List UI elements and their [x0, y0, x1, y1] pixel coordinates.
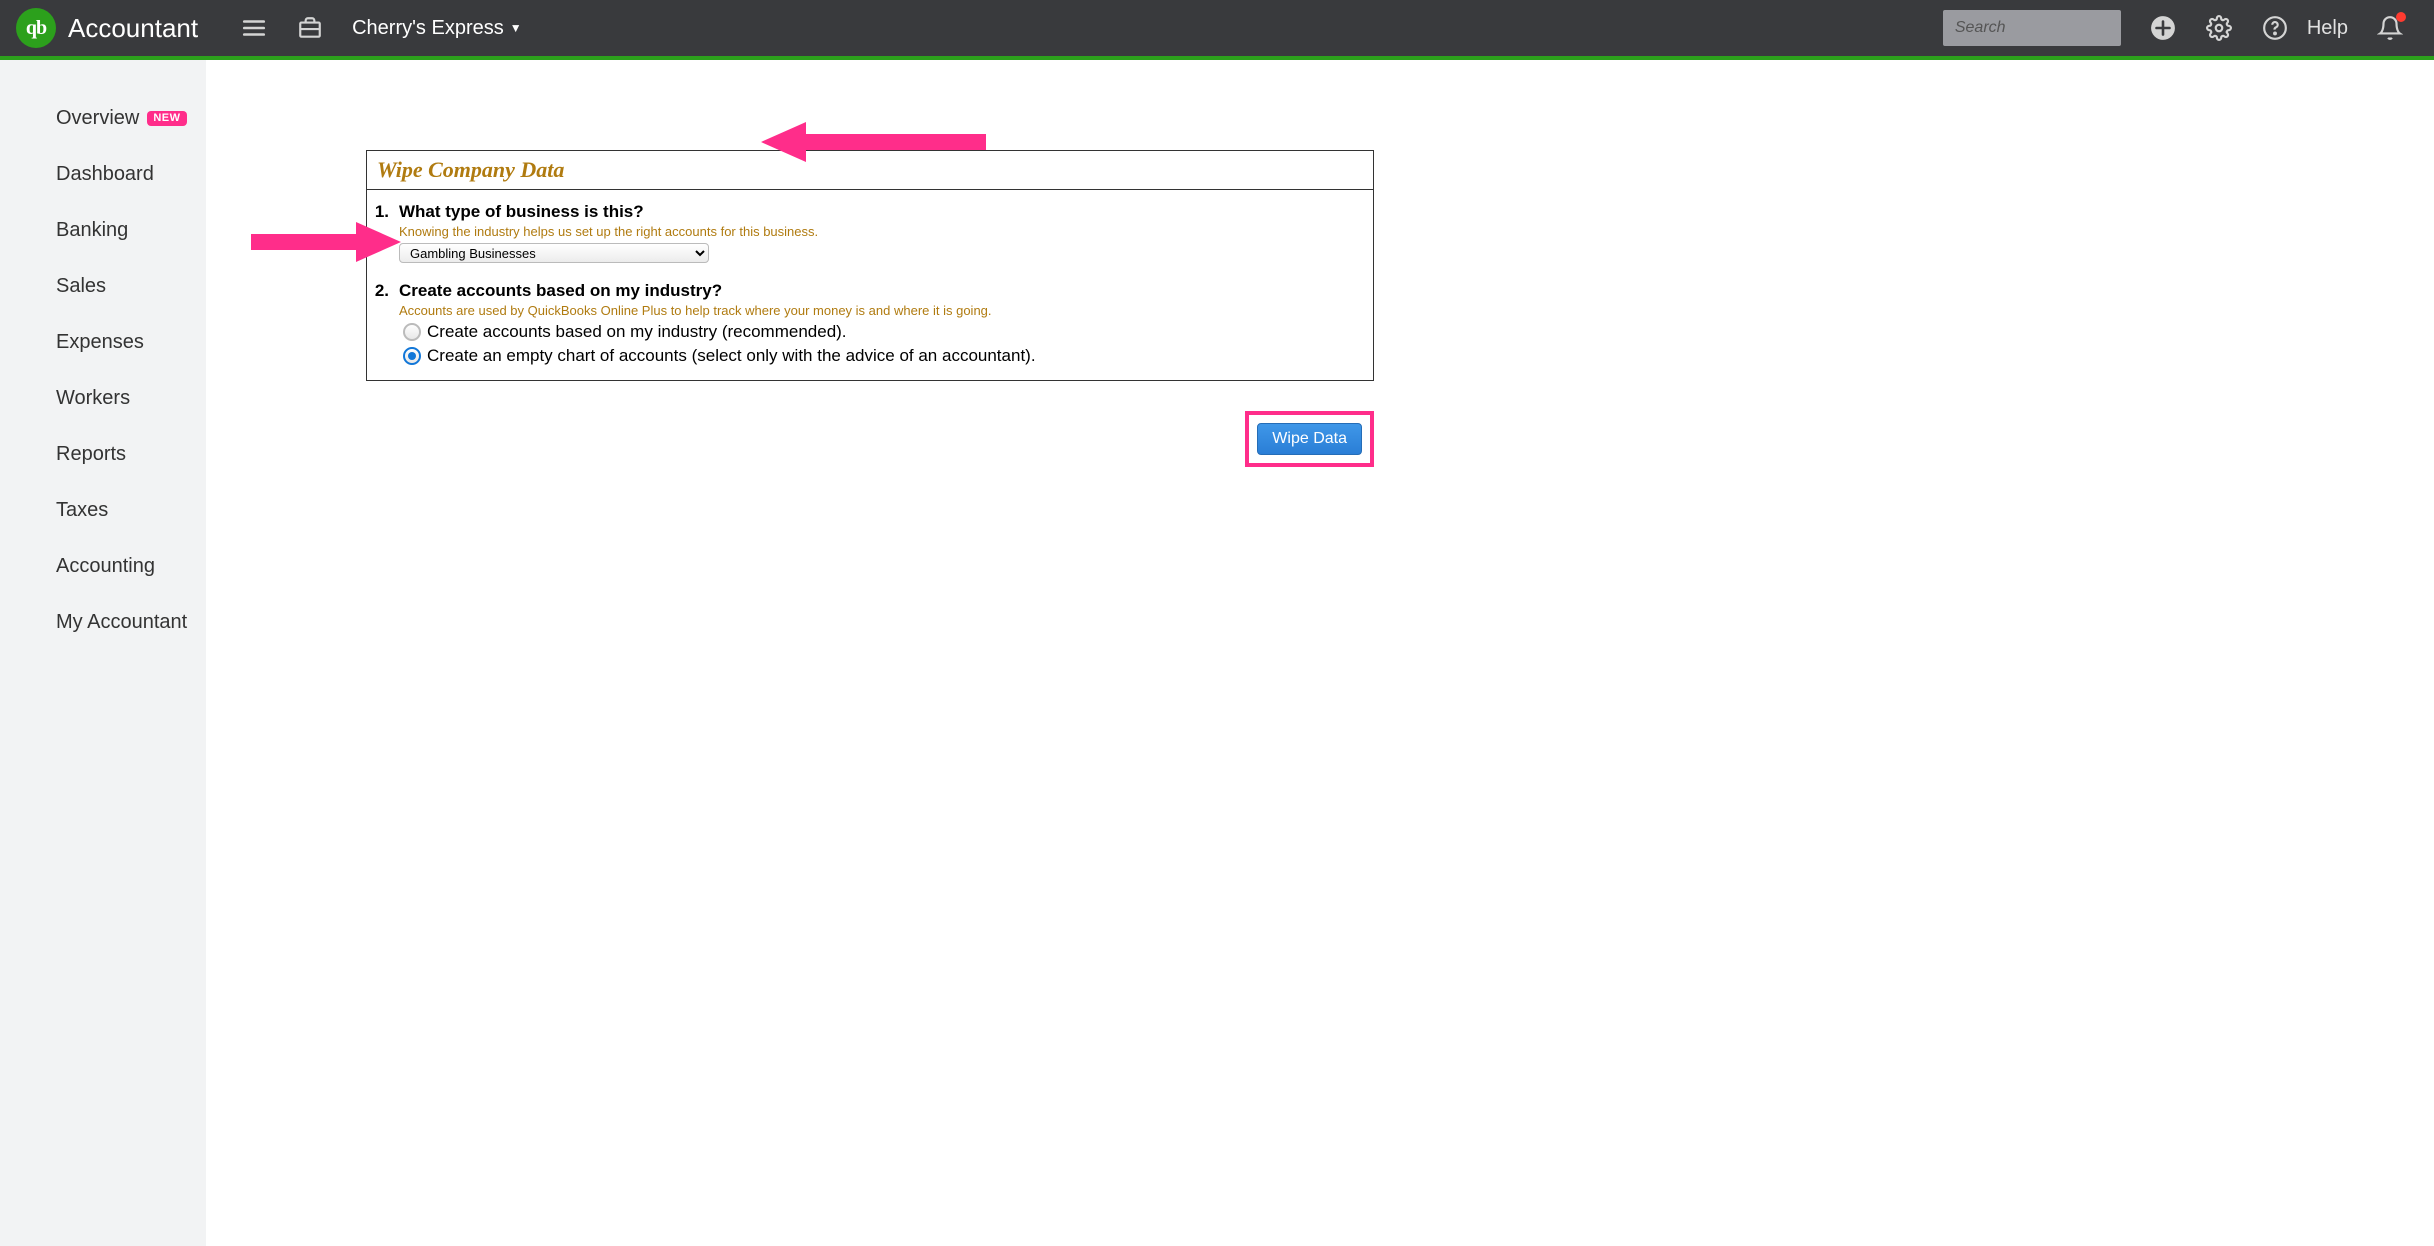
radio-label: Create accounts based on my industry (re… — [427, 322, 847, 342]
wipe-data-button[interactable]: Wipe Data — [1257, 423, 1362, 455]
sidebar-item-dashboard[interactable]: Dashboard — [0, 146, 206, 202]
sidebar-item-label: Sales — [56, 276, 106, 296]
company-picker[interactable]: Cherry's Express ▼ — [352, 17, 522, 40]
question-number: 2. — [371, 281, 393, 366]
sidebar-item-label: My Accountant — [56, 612, 187, 632]
sidebar-item-label: Taxes — [56, 500, 108, 520]
gear-icon[interactable] — [2201, 10, 2237, 46]
industry-select[interactable]: Gambling Businesses — [399, 243, 709, 263]
annotation-highlight: Wipe Data — [1245, 411, 1374, 467]
sidebar-item-taxes[interactable]: Taxes — [0, 482, 206, 538]
main-content: Wipe Company Data 1. What type of busine… — [206, 60, 2434, 1246]
sidebar-item-label: Workers — [56, 388, 130, 408]
app-logo-text: qb — [26, 17, 46, 40]
notification-dot — [2396, 12, 2406, 22]
sidebar-item-label: Dashboard — [56, 164, 154, 184]
question-2-title: Create accounts based on my industry? — [399, 281, 1369, 301]
sidebar-item-label: Reports — [56, 444, 126, 464]
plus-icon[interactable] — [2145, 10, 2181, 46]
help-icon[interactable] — [2257, 10, 2293, 46]
hamburger-menu-button[interactable] — [236, 10, 272, 46]
top-navbar: qb Accountant Cherry's Express ▼ — [0, 0, 2434, 56]
search-input[interactable] — [1955, 19, 2163, 37]
sidebar-item-workers[interactable]: Workers — [0, 370, 206, 426]
wipe-company-panel: Wipe Company Data 1. What type of busine… — [366, 150, 1374, 381]
sidebar-item-reports[interactable]: Reports — [0, 426, 206, 482]
question-1-help: Knowing the industry helps us set up the… — [399, 224, 1369, 239]
new-badge: NEW — [147, 111, 186, 126]
sidebar-item-my-accountant[interactable]: My Accountant — [0, 594, 206, 650]
sidebar-item-label: Expenses — [56, 332, 144, 352]
chevron-down-icon: ▼ — [510, 21, 522, 35]
question-1-title: What type of business is this? — [399, 202, 1369, 222]
panel-title: Wipe Company Data — [367, 151, 1373, 190]
sidebar-item-label: Overview — [56, 108, 139, 128]
sidebar-item-overview[interactable]: Overview NEW — [0, 90, 206, 146]
radio-label: Create an empty chart of accounts (selec… — [427, 346, 1036, 366]
radio-create-by-industry[interactable] — [403, 323, 421, 341]
search-box[interactable] — [1943, 10, 2121, 46]
question-number: 1. — [371, 202, 393, 263]
app-logo: qb — [16, 8, 56, 48]
radio-empty-chart[interactable] — [403, 347, 421, 365]
help-link[interactable]: Help — [2307, 17, 2348, 40]
sidebar-item-label: Accounting — [56, 556, 155, 576]
sidebar-item-expenses[interactable]: Expenses — [0, 314, 206, 370]
company-name: Cherry's Express — [352, 17, 504, 40]
sidebar-item-accounting[interactable]: Accounting — [0, 538, 206, 594]
notifications-bell-icon[interactable] — [2372, 10, 2408, 46]
sidebar-item-label: Banking — [56, 220, 128, 240]
sidebar-nav: Overview NEW Dashboard Banking Sales Exp… — [0, 60, 206, 1246]
question-2-help: Accounts are used by QuickBooks Online P… — [399, 303, 1369, 318]
briefcase-icon[interactable] — [292, 10, 328, 46]
sidebar-item-banking[interactable]: Banking — [0, 202, 206, 258]
brand-title: Accountant — [68, 13, 198, 44]
sidebar-item-sales[interactable]: Sales — [0, 258, 206, 314]
